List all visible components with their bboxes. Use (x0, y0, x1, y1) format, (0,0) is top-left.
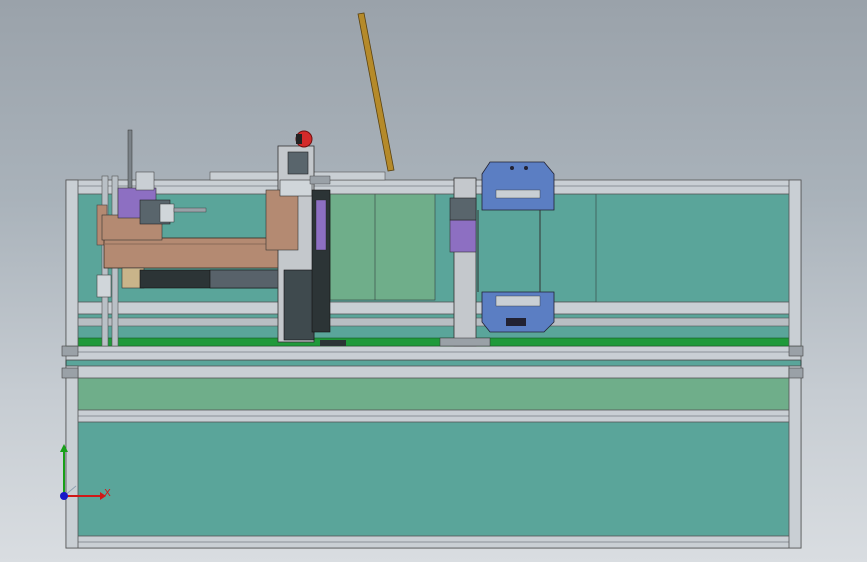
machine-assembly-drawing (60, 12, 804, 549)
x-axis-label: X (104, 488, 111, 499)
tilted-rod (357, 12, 395, 172)
lower-frame (61, 345, 804, 549)
blue-bracket-upper (481, 161, 555, 211)
cad-viewport[interactable]: X (0, 0, 867, 562)
